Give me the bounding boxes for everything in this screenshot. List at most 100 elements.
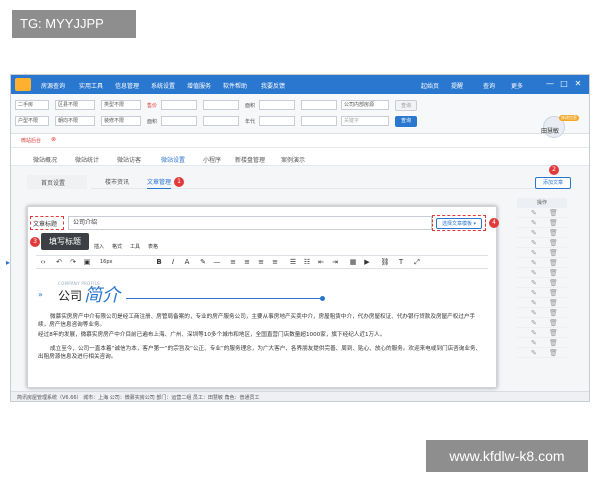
media-icon[interactable]: ▶ bbox=[362, 258, 372, 266]
text-color-icon[interactable]: A bbox=[182, 258, 192, 266]
district-select[interactable]: 区县不限 bbox=[55, 100, 95, 110]
edit-icon[interactable]: ✎ bbox=[531, 259, 537, 267]
tab-home-settings[interactable]: 首页设置 bbox=[27, 175, 87, 189]
align-justify-icon[interactable]: ≡ bbox=[270, 258, 280, 266]
delete-icon[interactable]: 🗑 bbox=[549, 339, 558, 347]
edit-icon[interactable]: ✎ bbox=[531, 229, 537, 237]
tab-stats[interactable]: 微站统计 bbox=[75, 155, 99, 164]
tab-market-news[interactable]: 楼市资讯 bbox=[105, 177, 129, 186]
menu-tools[interactable]: 工具 bbox=[130, 243, 140, 250]
maximize-icon[interactable]: □ bbox=[559, 78, 569, 89]
keyword-input[interactable]: 关键字 bbox=[341, 116, 389, 126]
area-max-input[interactable] bbox=[301, 100, 337, 110]
delete-icon[interactable]: 🗑 bbox=[549, 279, 558, 287]
edit-info-badge[interactable]: 修改信息 bbox=[559, 115, 579, 121]
delete-icon[interactable]: 🗑 bbox=[549, 349, 558, 357]
delete-icon[interactable]: 🗑 bbox=[549, 229, 558, 237]
more-link[interactable]: 更多 bbox=[511, 81, 523, 90]
nav-item[interactable]: 实用工具 bbox=[79, 81, 103, 90]
indent-icon[interactable]: ⇥ bbox=[330, 258, 340, 266]
source-code-icon[interactable]: ‹› bbox=[38, 258, 48, 266]
close-tab-icon[interactable]: ⊗ bbox=[51, 136, 56, 143]
nav-item[interactable]: 信息管理 bbox=[115, 81, 139, 90]
tab-overview[interactable]: 微站概况 bbox=[33, 155, 57, 164]
tab-new-buildings[interactable]: 新楼盘管理 bbox=[235, 155, 265, 164]
italic-icon[interactable]: I bbox=[168, 258, 178, 266]
tab-article-manage[interactable]: 文章管理 bbox=[147, 177, 172, 189]
editor-body[interactable]: COMPANY PROFILE » 公司 简介 微慕实房房产中介有限公司是经工商… bbox=[36, 271, 488, 385]
delete-icon[interactable]: 🗑 bbox=[549, 289, 558, 297]
delete-icon[interactable]: 🗑 bbox=[549, 269, 558, 277]
fullscreen-icon[interactable]: ⤢ bbox=[412, 258, 422, 267]
start-page-link[interactable]: 起始页 bbox=[421, 81, 439, 90]
menu-insert[interactable]: 插入 bbox=[94, 243, 104, 250]
breadcrumb-tab[interactable]: 微站后台 bbox=[21, 137, 41, 144]
align-left-icon[interactable]: ≡ bbox=[228, 258, 238, 266]
reminder-link[interactable]: 提醒 bbox=[451, 81, 463, 90]
source-select[interactable]: 公司内部房源 bbox=[341, 100, 389, 110]
delete-icon[interactable]: 🗑 bbox=[549, 299, 558, 307]
paste-icon[interactable]: ▣ bbox=[82, 258, 92, 266]
align-right-icon[interactable]: ≡ bbox=[256, 258, 266, 266]
layout-select[interactable]: 户型不限 bbox=[15, 116, 49, 126]
edit-icon[interactable]: ✎ bbox=[531, 289, 537, 297]
menu-format[interactable]: 格式 bbox=[112, 243, 122, 250]
sidebar-toggle-icon[interactable]: ▸ bbox=[6, 258, 10, 267]
type-select[interactable]: 二手房 bbox=[15, 100, 49, 110]
bold-icon[interactable]: B bbox=[154, 258, 164, 266]
area2-min-input[interactable] bbox=[161, 116, 197, 126]
clear-format-icon[interactable]: T bbox=[396, 258, 406, 266]
font-size-select[interactable]: 16px bbox=[100, 259, 113, 265]
nav-item[interactable]: 增值服务 bbox=[187, 81, 211, 90]
area-min-input[interactable] bbox=[259, 100, 295, 110]
delete-icon[interactable]: 🗑 bbox=[549, 319, 558, 327]
category-select[interactable]: 类型不限 bbox=[101, 100, 141, 110]
query-link[interactable]: 查询 bbox=[483, 81, 495, 90]
edit-icon[interactable]: ✎ bbox=[531, 349, 537, 357]
edit-icon[interactable]: ✎ bbox=[531, 339, 537, 347]
delete-icon[interactable]: 🗑 bbox=[549, 209, 558, 217]
edit-icon[interactable]: ✎ bbox=[531, 309, 537, 317]
outdent-icon[interactable]: ⇤ bbox=[316, 258, 326, 266]
minimize-icon[interactable]: — bbox=[545, 78, 555, 89]
delete-icon[interactable]: 🗑 bbox=[549, 329, 558, 337]
title-input[interactable]: 公司介绍 bbox=[68, 216, 432, 230]
undo-icon[interactable]: ↶ bbox=[54, 258, 64, 266]
tab-visitors[interactable]: 微站访客 bbox=[117, 155, 141, 164]
delete-icon[interactable]: 🗑 bbox=[549, 219, 558, 227]
tab-miniprogram[interactable]: 小程序 bbox=[203, 155, 221, 164]
edit-icon[interactable]: ✎ bbox=[531, 319, 537, 327]
edit-icon[interactable]: ✎ bbox=[531, 269, 537, 277]
query-button[interactable]: 查询 bbox=[395, 116, 417, 127]
edit-icon[interactable]: ✎ bbox=[531, 209, 537, 217]
nav-item[interactable]: 我要反馈 bbox=[261, 81, 285, 90]
edit-icon[interactable]: ✎ bbox=[531, 249, 537, 257]
bullet-list-icon[interactable]: ☰ bbox=[288, 258, 298, 266]
redo-icon[interactable]: ↷ bbox=[68, 258, 78, 266]
edit-icon[interactable]: ✎ bbox=[531, 279, 537, 287]
highlight-icon[interactable]: ✎ bbox=[198, 258, 208, 266]
year-min-input[interactable] bbox=[259, 116, 295, 126]
tab-demo[interactable]: 案例演示 bbox=[281, 155, 305, 164]
orientation-select[interactable]: 朝向不限 bbox=[55, 116, 95, 126]
price-max-input[interactable] bbox=[203, 100, 239, 110]
nav-item[interactable]: 系统设置 bbox=[151, 81, 175, 90]
delete-icon[interactable]: 🗑 bbox=[549, 249, 558, 257]
area2-max-input[interactable] bbox=[203, 116, 239, 126]
delete-icon[interactable]: 🗑 bbox=[549, 239, 558, 247]
nav-item[interactable]: 房源查询 bbox=[41, 81, 65, 90]
menu-table[interactable]: 表格 bbox=[148, 243, 158, 250]
edit-icon[interactable]: ✎ bbox=[531, 239, 537, 247]
delete-icon[interactable]: 🗑 bbox=[549, 309, 558, 317]
edit-icon[interactable]: ✎ bbox=[531, 219, 537, 227]
select-template-button[interactable]: 选择文章模板 ▾ bbox=[436, 218, 482, 229]
edit-icon[interactable]: ✎ bbox=[531, 299, 537, 307]
query-button-disabled[interactable]: 查询 bbox=[395, 100, 417, 111]
delete-icon[interactable]: 🗑 bbox=[549, 259, 558, 267]
decoration-select[interactable]: 装修不限 bbox=[101, 116, 141, 126]
edit-icon[interactable]: ✎ bbox=[531, 329, 537, 337]
link-icon[interactable]: ⛓ bbox=[380, 258, 390, 266]
align-center-icon[interactable]: ≡ bbox=[242, 258, 252, 266]
horizontal-rule-icon[interactable]: — bbox=[212, 258, 222, 266]
year-max-input[interactable] bbox=[301, 116, 337, 126]
